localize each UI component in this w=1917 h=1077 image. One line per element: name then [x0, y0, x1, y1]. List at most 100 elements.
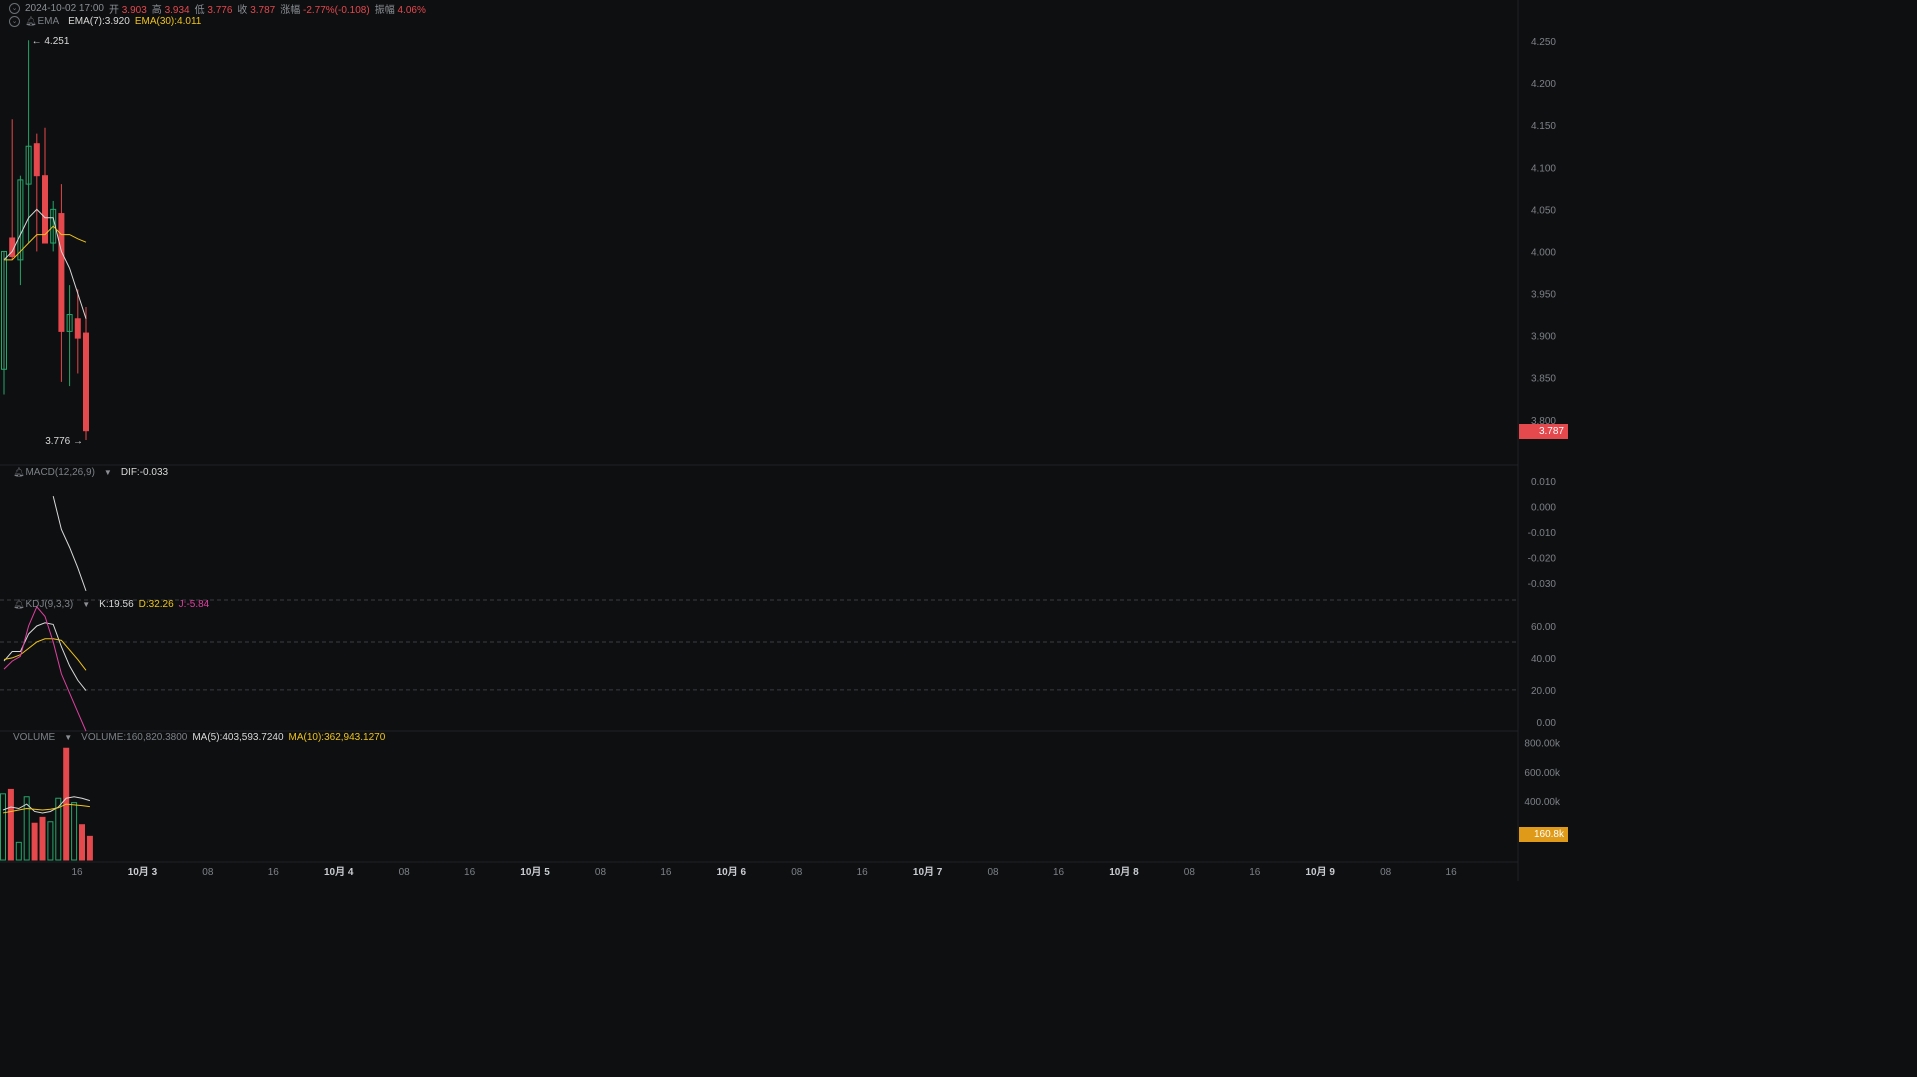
time-axis-label: 08 [1380, 867, 1392, 878]
price-tick-label: 4.200 [1531, 79, 1556, 90]
price-tick-label: 3.850 [1531, 374, 1556, 385]
time-axis-label: 16 [71, 867, 83, 878]
macd-legend: 🔔︎ MACD(12,26,9) ▼ DIF:-0.033 [13, 467, 168, 478]
close-value: 3.787 [250, 5, 276, 16]
volume-tick-label: 600.00k [1524, 768, 1561, 779]
chart-canvas[interactable]: 4.250 4.200 4.150 4.100 4.050 4.000 3.950 3.900… [0, 0, 1568, 881]
price-tick-label: 4.050 [1531, 205, 1556, 216]
ema-legend: ⌄ 🔔︎ EMA EMA(7):3.920 EMA(30):4.011 [9, 16, 201, 27]
last-volume-tag: 160.8k [1519, 827, 1568, 842]
macd-tick-label: -0.020 [1528, 554, 1557, 565]
candle-body-down [33, 143, 40, 177]
volume-bar-down [7, 788, 14, 861]
ema7-value: EMA(7):3.920 [68, 16, 130, 27]
volume-bar-up [47, 821, 54, 861]
close-label: 收 [237, 5, 248, 16]
time-axis-label: 10月 5 [520, 866, 550, 878]
dropdown-caret-icon[interactable]: ▼ [104, 468, 112, 477]
macd-tick-label: 0.010 [1531, 477, 1556, 488]
open-label: 开 [108, 5, 119, 16]
macd-tick-label: -0.010 [1528, 528, 1557, 539]
volume-ma5-value: MA(5):403,593.7240 [192, 732, 284, 743]
kdj-tick-label: 40.00 [1531, 654, 1556, 665]
max-price-label: ← 4.251 [32, 36, 70, 47]
high-label: 高 [151, 5, 162, 16]
macd-tick-label: 0.000 [1531, 502, 1556, 513]
kdj-indicator-name[interactable]: KDJ(9,3,3) [25, 599, 73, 610]
volume-bar-down [86, 835, 93, 861]
volume-bar-up [0, 793, 6, 861]
kdj-d-value: D:32.26 [138, 599, 174, 610]
time-axis-label: 16 [660, 867, 672, 878]
kdj-k-value: K:19.56 [99, 599, 134, 610]
kdj-tick-label: 20.00 [1531, 686, 1556, 697]
candle-datetime: 2024-10-02 17:00 [25, 3, 104, 14]
time-axis-label: 16 [1053, 867, 1065, 878]
macd-indicator-name[interactable]: MACD(12,26,9) [25, 467, 94, 478]
kdj-j-value: J:-5.84 [178, 599, 210, 610]
amplitude-value: 4.06% [397, 5, 426, 16]
last-price-tag: 3.787 [1519, 424, 1568, 439]
time-axis-label: 08 [202, 867, 214, 878]
macd-dif-line [52, 496, 87, 592]
price-tick-label: 3.950 [1531, 290, 1556, 301]
kdj-legend: 🔔︎ KDJ(9,3,3) ▼ K:19.56 D:32.26 J:-5.84 [13, 599, 209, 610]
macd-tick-label: -0.030 [1528, 579, 1557, 590]
ohlc-legend: ⌄ 2024-10-02 17:00 开 3.903 高 3.934 低 3.7… [9, 1, 426, 16]
volume-tick-label: 400.00k [1524, 797, 1561, 808]
volume-ma10-value: MA(10):362,943.1270 [288, 732, 386, 743]
kdj-tick-label: 60.00 [1531, 622, 1556, 633]
time-axis-label: 08 [399, 867, 411, 878]
ema30-value: EMA(30):4.011 [134, 16, 202, 27]
time-axis-label: 10月 3 [128, 866, 158, 878]
candle-body-down [58, 213, 65, 332]
time-axis-label: 16 [857, 867, 869, 878]
volume-bar-down [79, 824, 85, 861]
collapse-chevron-icon[interactable]: ⌄ [9, 16, 20, 27]
collapse-chevron-icon[interactable]: ⌄ [9, 3, 20, 14]
change-value: -2.77%(-0.108) [303, 5, 370, 16]
kdj-tick-label: 0.00 [1537, 718, 1557, 729]
alert-bell-icon[interactable]: 🔔︎ [13, 599, 24, 610]
volume-value: VOLUME:160,820.3800 [81, 732, 188, 743]
volume-tick-label: 800.00k [1524, 738, 1561, 749]
low-label: 低 [194, 5, 205, 16]
time-axis-label: 10月 9 [1305, 866, 1335, 878]
candle-body-down [74, 318, 81, 339]
amplitude-label: 振幅 [374, 5, 395, 16]
macd-dif-value: DIF:-0.033 [120, 467, 169, 478]
low-value: 3.776 [207, 5, 233, 16]
volume-bar-up [71, 802, 78, 861]
time-axis-label: 16 [268, 867, 280, 878]
ema-indicator-name[interactable]: EMA [37, 16, 59, 27]
time-axis-label: 16 [1446, 867, 1458, 878]
volume-bar-down [31, 822, 38, 861]
volume-legend: VOLUME ▼ VOLUME:160,820.3800 MA(5):403,5… [13, 732, 385, 743]
time-axis-label: 16 [464, 867, 476, 878]
alert-bell-icon[interactable]: 🔔︎ [25, 16, 36, 27]
time-axis-label: 10月 6 [717, 866, 747, 878]
dropdown-caret-icon[interactable]: ▼ [64, 733, 72, 742]
open-value: 3.903 [121, 5, 147, 16]
time-axis-label: 08 [1184, 867, 1196, 878]
kdj-j-line [3, 605, 87, 732]
volume-indicator-name[interactable]: VOLUME [13, 732, 55, 743]
price-tick-label: 4.250 [1531, 37, 1556, 48]
time-axis-label: 08 [791, 867, 803, 878]
alert-bell-icon[interactable]: 🔔︎ [13, 467, 24, 478]
price-tick-label: 4.000 [1531, 247, 1556, 258]
kdj-d-line [3, 638, 87, 671]
dropdown-caret-icon[interactable]: ▼ [82, 600, 90, 609]
time-axis-label: 10月 8 [1109, 866, 1139, 878]
price-tick-label: 3.900 [1531, 332, 1556, 343]
min-price-label: 3.776 → [45, 436, 83, 447]
time-axis-label: 10月 4 [324, 866, 354, 878]
time-axis-label: 16 [1249, 867, 1261, 878]
change-label: 涨幅 [280, 5, 301, 16]
time-axis-label: 08 [595, 867, 607, 878]
volume-bar-up [15, 841, 22, 861]
price-tick-label: 4.100 [1531, 163, 1556, 174]
price-tick-label: 4.150 [1531, 121, 1556, 132]
time-axis-label: 08 [988, 867, 1000, 878]
high-value: 3.934 [164, 5, 190, 16]
